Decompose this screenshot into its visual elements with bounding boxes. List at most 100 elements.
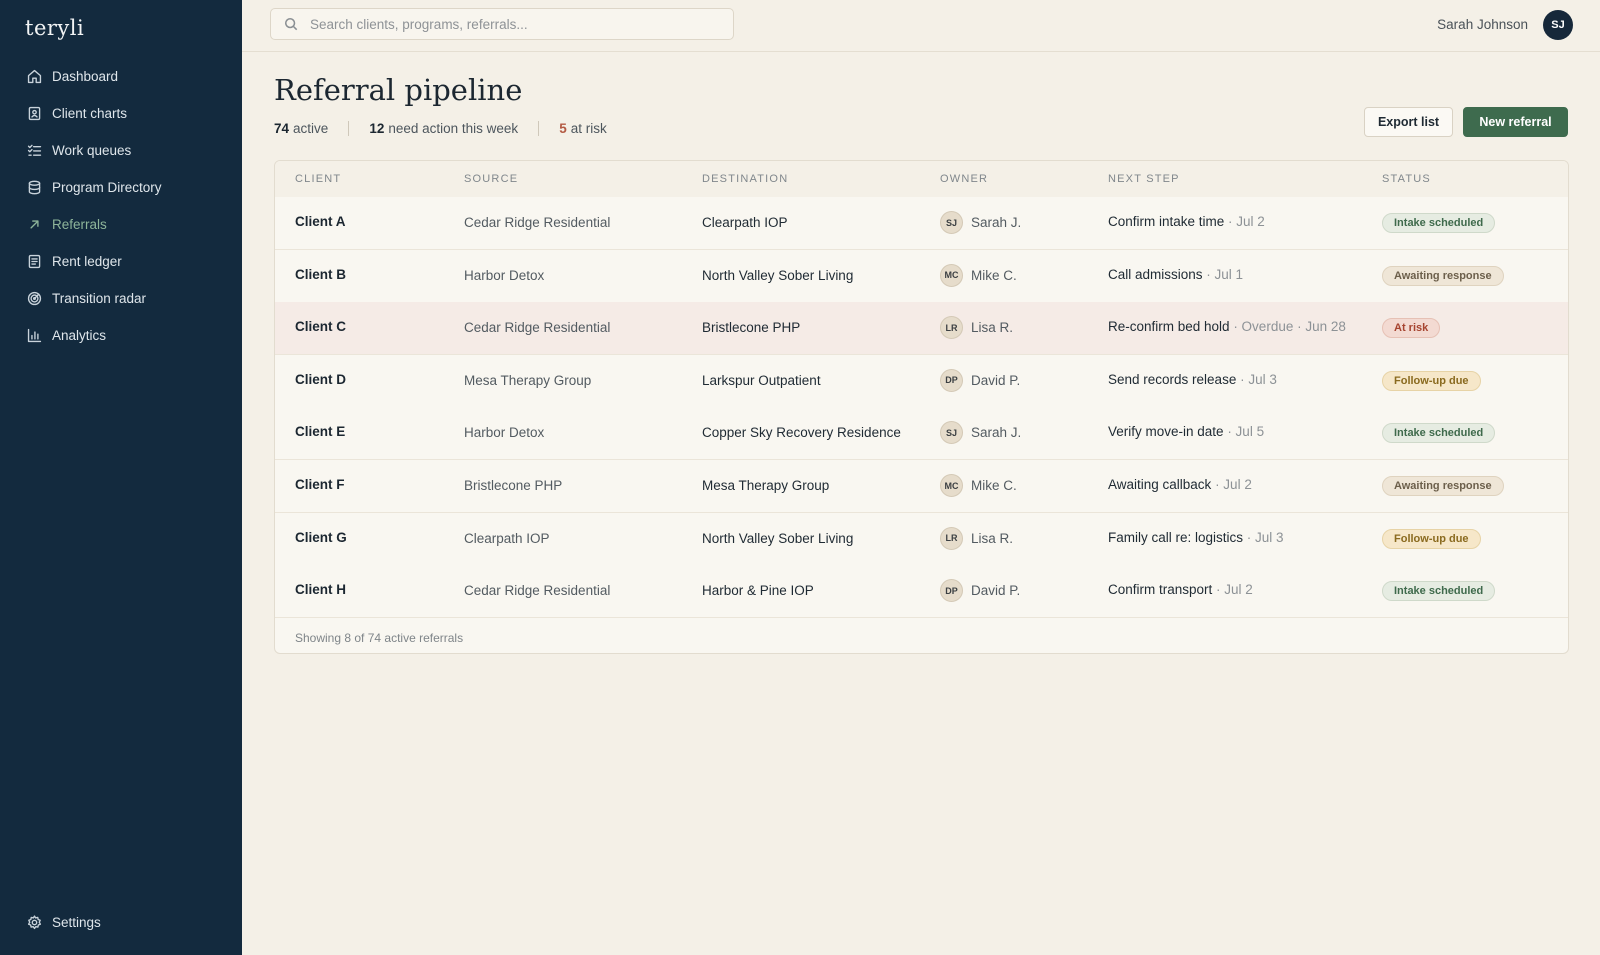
sidebar-item-label: Referrals <box>52 217 107 232</box>
sidebar: teryli Dashboard Client charts Work queu… <box>0 0 242 955</box>
owner-avatar: DP <box>940 368 963 392</box>
status-badge: Intake scheduled <box>1382 581 1496 602</box>
owner-avatar: SJ <box>940 421 963 445</box>
status-badge: Intake scheduled <box>1382 213 1496 233</box>
stat-action-label: need action this week <box>388 121 519 136</box>
next-step-text: Re-confirm bed hold <box>1108 319 1230 335</box>
sidebar-item-client-charts[interactable]: Client charts <box>0 95 242 132</box>
owner-name: Mike C. <box>971 478 1017 493</box>
column-header-status[interactable]: STATUS <box>1382 173 1431 185</box>
referral-source: Clearpath IOP <box>464 530 550 546</box>
owner-avatar: LR <box>940 526 963 550</box>
arrow-up-right-icon <box>25 216 43 234</box>
user-name[interactable]: Sarah Johnson <box>1437 17 1528 32</box>
table-row[interactable]: Client D Mesa Therapy Group Larkspur Outpa… <box>275 354 1568 408</box>
referral-source: Cedar Ridge Residential <box>464 320 611 336</box>
owner: LR Lisa R. <box>940 316 1013 340</box>
next-step-text: Send records release <box>1108 371 1237 387</box>
chart-book-icon <box>25 105 43 123</box>
stat-divider <box>348 121 350 136</box>
owner: DP David P. <box>940 579 1020 603</box>
client-name[interactable]: Client A <box>295 214 346 229</box>
referral-destination: Copper Sky Recovery Residence <box>702 425 901 441</box>
referral-source: Mesa Therapy Group <box>464 372 592 388</box>
pipeline-stats: 74 active 12 need action this week 5 at … <box>274 121 607 136</box>
next-step: Confirm intake time · Jul 2 <box>1108 214 1265 229</box>
next-step-date: · Jul 3 <box>1243 529 1284 545</box>
table-row[interactable]: Client G Clearpath IOP North Valley Sober … <box>275 512 1568 566</box>
client-name[interactable]: Client B <box>295 267 346 282</box>
next-step: Re-confirm bed hold · Overdue · Jun 28 <box>1108 319 1346 334</box>
home-icon <box>25 68 43 86</box>
client-name[interactable]: Client E <box>295 424 345 439</box>
sidebar-item-settings[interactable]: Settings <box>0 904 242 941</box>
next-step-date: · Jul 2 <box>1224 214 1265 229</box>
new-referral-button[interactable]: New referral <box>1463 107 1568 137</box>
referral-source: Bristlecone PHP <box>464 478 563 493</box>
next-step-text: Call admissions <box>1108 266 1203 282</box>
owner-avatar: DP <box>940 579 963 603</box>
next-step-date: · Jul 2 <box>1211 477 1252 492</box>
stat-active-count: 74 <box>274 121 290 136</box>
radar-icon <box>25 290 43 308</box>
owner: MC Mike C. <box>940 474 1017 497</box>
avatar[interactable]: SJ <box>1543 10 1573 40</box>
sidebar-item-work-queues[interactable]: Work queues <box>0 132 242 169</box>
search-box[interactable] <box>270 8 734 40</box>
next-step-date: · Jul 3 <box>1236 371 1277 387</box>
column-header-next-step[interactable]: NEXT STEP <box>1108 173 1180 185</box>
column-header-client[interactable]: CLIENT <box>295 173 341 185</box>
table-row[interactable]: Client B Harbor Detox North Valley Sober L… <box>275 249 1568 303</box>
owner-avatar: MC <box>940 474 963 497</box>
referrals-table: CLIENT SOURCE DESTINATION OWNER NEXT STE… <box>274 160 1569 654</box>
table-row[interactable]: Client E Harbor Detox Copper Sky Recovery … <box>275 407 1568 461</box>
table-row[interactable]: Client A Cedar Ridge Residential Clearpath… <box>275 197 1568 250</box>
column-header-destination[interactable]: DESTINATION <box>702 173 788 185</box>
client-name[interactable]: Client G <box>295 530 347 545</box>
next-step-date: · Overdue · Jun 28 <box>1229 319 1346 335</box>
table-row[interactable]: Client F Bristlecone PHP Mesa Therapy Grou… <box>275 460 1568 513</box>
sidebar-item-label: Program Directory <box>52 180 162 195</box>
next-step: Verify move-in date · Jul 5 <box>1108 424 1264 439</box>
sidebar-item-referrals[interactable]: Referrals <box>0 206 242 243</box>
owner-name: Sarah J. <box>971 215 1022 230</box>
column-header-owner[interactable]: OWNER <box>940 173 988 185</box>
table-row[interactable]: Client C Cedar Ridge Residential Bristleco… <box>275 302 1568 356</box>
stat-action-count: 12 <box>369 121 385 136</box>
next-step-text: Verify move-in date <box>1108 424 1224 440</box>
export-list-button[interactable]: Export list <box>1364 107 1453 137</box>
table-row[interactable]: Client H Cedar Ridge Residential Harbor & … <box>275 565 1568 619</box>
owner-avatar: MC <box>940 263 963 287</box>
next-step: Confirm transport · Jul 2 <box>1108 582 1253 597</box>
sidebar-item-transition-radar[interactable]: Transition radar <box>0 280 242 317</box>
page-title: Referral pipeline <box>274 73 523 107</box>
client-name[interactable]: Client C <box>295 319 346 334</box>
sidebar-item-rent-ledger[interactable]: Rent ledger <box>0 243 242 280</box>
search-icon <box>284 17 299 32</box>
owner: SJ Sarah J. <box>940 211 1021 234</box>
stat-active-label: active <box>293 121 329 136</box>
sidebar-item-analytics[interactable]: Analytics <box>0 317 242 354</box>
app-logo[interactable]: teryli <box>25 16 84 40</box>
sidebar-item-dashboard[interactable]: Dashboard <box>0 58 242 95</box>
bar-chart-icon <box>25 327 43 345</box>
next-step: Send records release · Jul 3 <box>1108 372 1277 387</box>
status-badge: At risk <box>1382 318 1441 339</box>
sidebar-item-program-directory[interactable]: Program Directory <box>0 169 242 206</box>
next-step-text: Awaiting callback <box>1108 477 1212 492</box>
sidebar-item-label: Settings <box>52 915 101 930</box>
column-header-source[interactable]: SOURCE <box>464 173 518 185</box>
ledger-icon <box>25 253 43 271</box>
next-step-text: Confirm intake time <box>1108 214 1225 229</box>
status-badge: Intake scheduled <box>1382 423 1496 444</box>
stat-divider <box>538 121 540 136</box>
search-input[interactable] <box>308 15 732 33</box>
client-name[interactable]: Client D <box>295 372 346 387</box>
owner-name: Mike C. <box>971 267 1017 283</box>
client-name[interactable]: Client H <box>295 582 346 597</box>
referral-destination: North Valley Sober Living <box>702 267 854 283</box>
next-step-text: Confirm transport <box>1108 582 1213 598</box>
client-name[interactable]: Client F <box>295 477 345 492</box>
owner: SJ Sarah J. <box>940 421 1021 445</box>
next-step: Awaiting callback · Jul 2 <box>1108 477 1252 492</box>
